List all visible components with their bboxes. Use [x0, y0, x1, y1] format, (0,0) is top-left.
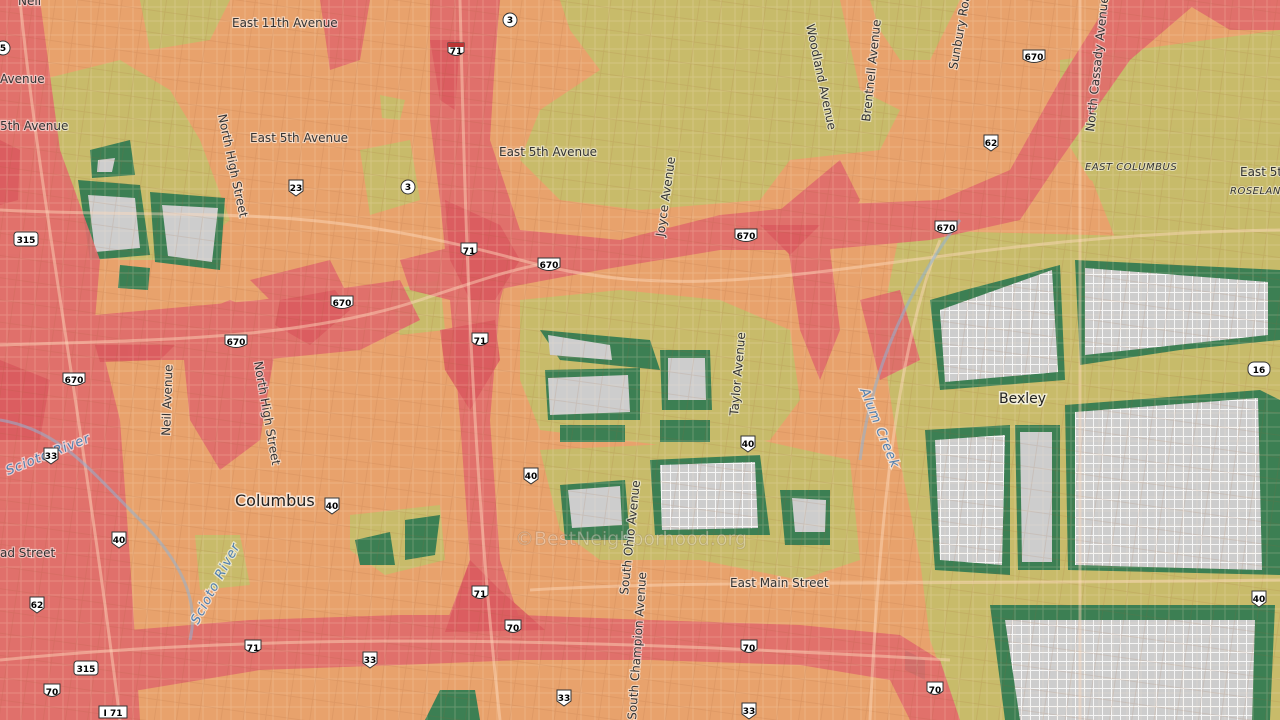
svg-text:33: 33 — [364, 656, 377, 666]
street-label-east-5th-left: East 5th Avenue — [250, 131, 348, 145]
sr16-shield: 16 — [1247, 361, 1271, 377]
i670-shield-d: 670 — [734, 228, 758, 242]
svg-text:62: 62 — [985, 139, 998, 149]
i71-shield-mid: 71 — [460, 242, 478, 257]
svg-text:670: 670 — [333, 299, 352, 309]
street-label-5th-left-edge: 5th Avenue — [0, 119, 68, 133]
sr5-shield: 5 — [0, 40, 11, 56]
sr3-shield-a: 3 — [502, 12, 518, 28]
svg-text:71: 71 — [474, 590, 487, 600]
svg-text:23: 23 — [290, 184, 303, 194]
i71-shield-left: 71 — [244, 639, 262, 654]
street-label-neil-top: Neil — [18, 0, 41, 8]
us62-shield-b: 62 — [29, 596, 45, 614]
us33-shield-c: 33 — [556, 689, 572, 707]
city-label-columbus: Columbus — [235, 491, 315, 510]
svg-text:71: 71 — [450, 47, 463, 57]
us40-shield-e: 40 — [1251, 590, 1267, 608]
svg-text:40: 40 — [525, 472, 538, 482]
street-label-east-5th-mid: East 5th Avenue — [499, 145, 597, 159]
svg-text:40: 40 — [113, 536, 126, 546]
svg-text:670: 670 — [737, 232, 756, 242]
i71-shield-corner: I 71 — [98, 705, 128, 719]
svg-text:I 71: I 71 — [103, 709, 122, 719]
svg-text:5: 5 — [0, 44, 6, 54]
us40-shield-b: 40 — [523, 467, 539, 485]
i71-shield-mid2: 71 — [471, 332, 489, 347]
map-canvas[interactable]: ©BestNeighborhood.org Columbus Bexley EA… — [0, 0, 1280, 720]
us40-shield-d: 40 — [111, 531, 127, 549]
svg-text:670: 670 — [937, 224, 956, 234]
svg-text:670: 670 — [65, 376, 84, 386]
svg-text:40: 40 — [1253, 595, 1266, 605]
svg-text:70: 70 — [507, 624, 520, 634]
svg-text:670: 670 — [1025, 53, 1044, 63]
street-label-east-main: East Main Street — [730, 576, 829, 590]
i71-shield-top: 71 — [447, 42, 465, 57]
area-label-east-columbus: EAST COLUMBUS — [1085, 162, 1177, 173]
street-label-neil-avenue: Neil Avenue — [159, 364, 175, 436]
svg-text:3: 3 — [405, 183, 411, 193]
svg-text:70: 70 — [743, 644, 756, 654]
i670-shield-f: 670 — [1022, 49, 1046, 63]
svg-text:62: 62 — [31, 601, 44, 611]
svg-text:40: 40 — [326, 502, 339, 512]
svg-text:16: 16 — [1253, 366, 1266, 376]
svg-text:33: 33 — [743, 707, 756, 717]
i670-shield-b: 670 — [224, 334, 248, 348]
i70-shield-d: 70 — [43, 683, 61, 698]
us23-shield: 23 — [288, 179, 304, 197]
us33-shield-a: 33 — [43, 447, 59, 465]
us33-shield-b: 33 — [362, 651, 378, 669]
street-label-avenue-partial: Avenue — [0, 72, 45, 86]
svg-text:71: 71 — [474, 337, 487, 347]
svg-text:315: 315 — [17, 236, 36, 246]
i670-shield-a: 670 — [330, 295, 354, 309]
svg-text:70: 70 — [46, 688, 59, 698]
svg-text:40: 40 — [742, 440, 755, 450]
i670-shield-e: 670 — [934, 220, 958, 234]
i670-shield-g: 670 — [62, 372, 86, 386]
street-label-broad-partial: ad Street — [0, 546, 56, 560]
svg-text:670: 670 — [540, 261, 559, 271]
svg-text:70: 70 — [929, 686, 942, 696]
svg-text:71: 71 — [463, 247, 476, 257]
svg-text:670: 670 — [227, 338, 246, 348]
street-label-east-11th: East 11th Avenue — [232, 16, 338, 30]
us33-shield-d: 33 — [741, 702, 757, 720]
us40-shield-c: 40 — [740, 435, 756, 453]
i70-shield-a: 70 — [504, 619, 522, 634]
svg-text:71: 71 — [247, 644, 260, 654]
us315-shield-a: 315 — [13, 231, 39, 247]
us315-shield-b: 315 — [73, 660, 99, 676]
i71-shield-bottom: 71 — [471, 585, 489, 600]
svg-text:315: 315 — [77, 665, 96, 675]
svg-text:3: 3 — [507, 16, 513, 26]
us40-shield-a: 40 — [324, 497, 340, 515]
svg-text:33: 33 — [558, 694, 571, 704]
street-label-east-5th-right: East 5t — [1240, 165, 1280, 179]
city-label-bexley: Bexley — [999, 391, 1046, 407]
us62-shield-a: 62 — [983, 134, 999, 152]
svg-text:33: 33 — [45, 452, 58, 462]
area-label-roseland: ROSELAND — [1230, 186, 1280, 197]
i70-shield-b: 70 — [740, 639, 758, 654]
crime-heat-map[interactable]: ©BestNeighborhood.org Columbus Bexley EA… — [0, 0, 1280, 720]
sr3-shield-b: 3 — [400, 179, 416, 195]
i670-shield-c: 670 — [537, 257, 561, 271]
i70-shield-c: 70 — [926, 681, 944, 696]
